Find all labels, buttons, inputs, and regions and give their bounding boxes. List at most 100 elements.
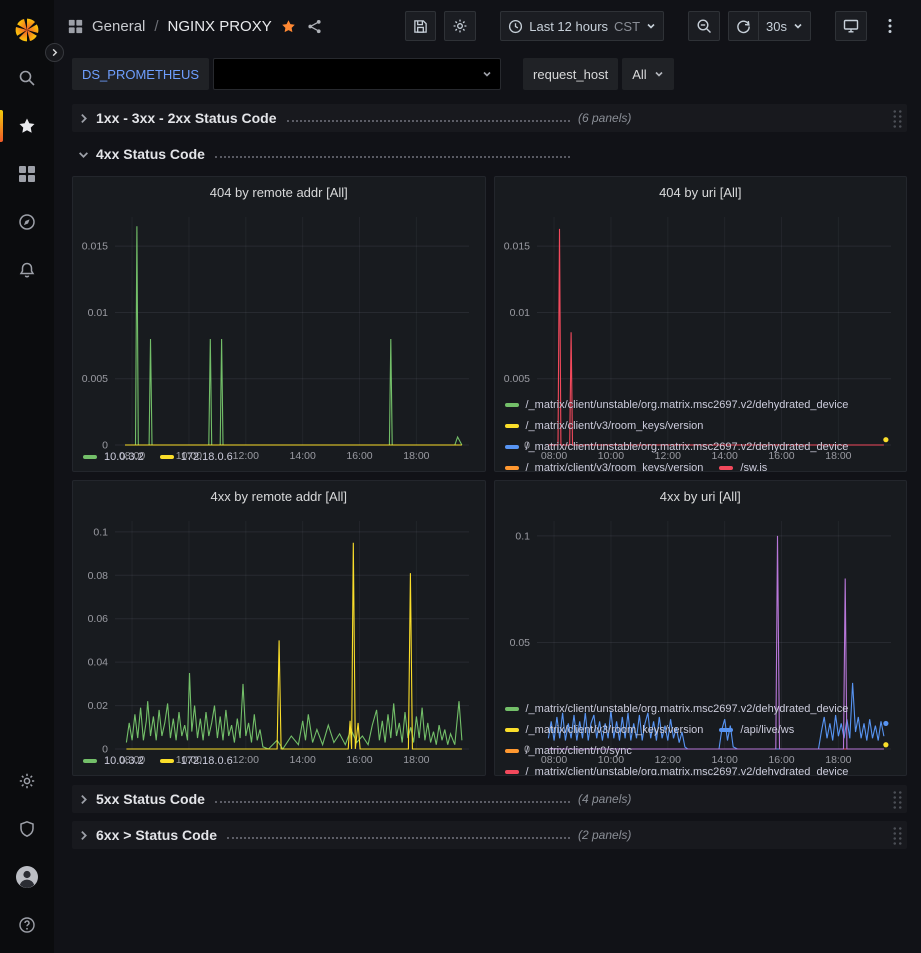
legend-item[interactable]: /sw.js (719, 460, 767, 471)
panel-404-by-remote-addr: 404 by remote addr [All] 08:0010:0012:00… (72, 176, 486, 472)
tv-icon (843, 18, 859, 34)
legend-item[interactable]: /_matrix/client/unstable/org.matrix.msc2… (505, 701, 849, 717)
sidebar-item-explore[interactable] (0, 198, 54, 246)
row-drag-handle[interactable] (892, 826, 903, 845)
chevron-down-icon (78, 149, 89, 160)
chevron-down-icon (793, 21, 803, 31)
time-range-label: Last 12 hours (529, 19, 608, 34)
sidebar-item-profile[interactable] (0, 853, 54, 901)
search-icon (18, 69, 36, 87)
save-dashboard-button[interactable] (405, 11, 436, 41)
legend-swatch (505, 403, 519, 407)
legend-item[interactable]: 172.18.0.6 (160, 449, 233, 465)
row-dots (215, 156, 570, 158)
legend-item[interactable]: /_matrix/client/v3/room_keys/version (505, 722, 704, 738)
sidebar-item-server-admin[interactable] (0, 805, 54, 853)
legend-item[interactable]: /_matrix/client/v3/room_keys/version (505, 418, 704, 434)
svg-text:0.005: 0.005 (503, 373, 529, 385)
row-panel-count: (4 panels) (578, 792, 631, 806)
legend: /_matrix/client/unstable/org.matrix.msc2… (495, 699, 907, 775)
legend-label: /_matrix/client/unstable/org.matrix.msc2… (526, 399, 849, 411)
row-drag-handle[interactable] (892, 790, 903, 809)
sidebar-item-help[interactable] (0, 901, 54, 949)
sidebar-item-search[interactable] (0, 54, 54, 102)
legend-swatch (505, 424, 519, 428)
legend-label: /_matrix/client/v3/room_keys/version (526, 420, 704, 432)
dashboard-settings-button[interactable] (444, 11, 476, 41)
panel-4xx-by-uri: 4xx by uri [All] 08:0010:0012:0014:0016:… (494, 480, 908, 776)
legend-item[interactable]: /_matrix/client/v3/room_keys/version (505, 460, 704, 471)
refresh-interval-dropdown[interactable]: 30s (758, 11, 811, 41)
legend-label: /_matrix/client/unstable/org.matrix.msc2… (526, 766, 849, 775)
row-header-6xx[interactable]: 6xx > Status Code (2 panels) (72, 821, 907, 849)
time-range-picker[interactable]: Last 12 hours CST (500, 11, 664, 41)
request-host-select[interactable]: All (622, 58, 673, 90)
sidebar-item-configuration[interactable] (0, 757, 54, 805)
legend-label: /api/live/ws (740, 724, 794, 736)
row-header-4xx[interactable]: 4xx Status Code (72, 140, 907, 168)
legend-item[interactable]: 10.0.3.2 (83, 753, 144, 769)
star-icon (18, 117, 36, 135)
breadcrumb-folder[interactable]: General (92, 18, 145, 35)
zoom-out-time-button[interactable] (688, 11, 720, 41)
legend-item[interactable]: 10.0.3.2 (83, 449, 144, 465)
legend-swatch (505, 707, 519, 711)
legend-item[interactable]: /api/live/ws (719, 722, 794, 738)
breadcrumb: General / NGINX PROXY (68, 18, 322, 35)
row-title: 5xx Status Code (96, 791, 205, 807)
more-options-button[interactable] (875, 11, 905, 41)
request-host-variable-label: request_host (523, 58, 618, 90)
legend-swatch (505, 466, 519, 470)
datasource-variable-label: DS_PROMETHEUS (72, 58, 209, 90)
row-header-1xx-3xx-2xx[interactable]: 1xx - 3xx - 2xx Status Code (6 panels) (72, 104, 907, 132)
dashboard-title[interactable]: NGINX PROXY (168, 18, 272, 35)
refresh-group: 30s (728, 11, 811, 41)
panel-title[interactable]: 404 by uri [All] (495, 177, 907, 207)
legend-item[interactable]: /_matrix/client/unstable/org.matrix.msc2… (505, 439, 849, 455)
sidebar-item-starred[interactable] (0, 102, 54, 150)
panel-title[interactable]: 4xx by remote addr [All] (73, 481, 485, 511)
row-drag-handle[interactable] (892, 109, 903, 128)
legend-item[interactable]: /_matrix/client/r0/sync (505, 743, 632, 759)
refresh-interval-label: 30s (766, 19, 787, 34)
datasource-select[interactable] (213, 58, 501, 90)
legend: /_matrix/client/unstable/org.matrix.msc2… (495, 395, 907, 471)
svg-text:0.08: 0.08 (88, 570, 109, 582)
svg-text:0.02: 0.02 (88, 700, 109, 712)
legend-swatch (505, 770, 519, 774)
chart-404-by-remote-addr: 08:0010:0012:0014:0016:0018:0000.0050.01… (73, 207, 485, 447)
legend-swatch (505, 445, 519, 449)
row-panel-count: (6 panels) (578, 111, 631, 125)
row-dots (227, 837, 570, 839)
chevron-down-icon (646, 21, 656, 31)
sidebar-item-alerting[interactable] (0, 246, 54, 294)
panel-title[interactable]: 404 by remote addr [All] (73, 177, 485, 207)
legend-label: /_matrix/client/v3/room_keys/version (526, 462, 704, 471)
legend-item[interactable]: /_matrix/client/unstable/org.matrix.msc2… (505, 764, 849, 775)
svg-text:0.1: 0.1 (515, 530, 530, 542)
legend-label: /_matrix/client/unstable/org.matrix.msc2… (526, 441, 849, 453)
sidebar-item-dashboards[interactable] (0, 150, 54, 198)
legend-label: /_matrix/client/v3/room_keys/version (526, 724, 704, 736)
legend-label: 10.0.3.2 (104, 755, 144, 767)
help-icon (18, 916, 36, 934)
user-avatar (15, 865, 39, 889)
cycle-view-mode-button[interactable] (835, 11, 867, 41)
sidebar-expand-button[interactable] (45, 43, 64, 62)
legend-swatch (83, 455, 97, 459)
row-title: 1xx - 3xx - 2xx Status Code (96, 110, 277, 126)
share-dashboard-button[interactable] (307, 19, 322, 34)
legend-item[interactable]: 172.18.0.6 (160, 753, 233, 769)
favorite-star-button[interactable] (281, 19, 296, 34)
panel-title[interactable]: 4xx by uri [All] (495, 481, 907, 511)
legend-item[interactable]: /_matrix/client/unstable/org.matrix.msc2… (505, 397, 849, 413)
legend-swatch (160, 759, 174, 763)
request-host-value: All (632, 67, 646, 82)
dashboard-toolbar: Last 12 hours CST 30s (405, 11, 905, 41)
refresh-dashboard-button[interactable] (728, 11, 758, 41)
legend-swatch (719, 728, 733, 732)
chart-4xx-by-remote-addr: 08:0010:0012:0014:0016:0018:0000.020.040… (73, 511, 485, 751)
row-header-5xx[interactable]: 5xx Status Code (4 panels) (72, 785, 907, 813)
row-title: 4xx Status Code (96, 146, 205, 162)
legend-swatch (505, 749, 519, 753)
